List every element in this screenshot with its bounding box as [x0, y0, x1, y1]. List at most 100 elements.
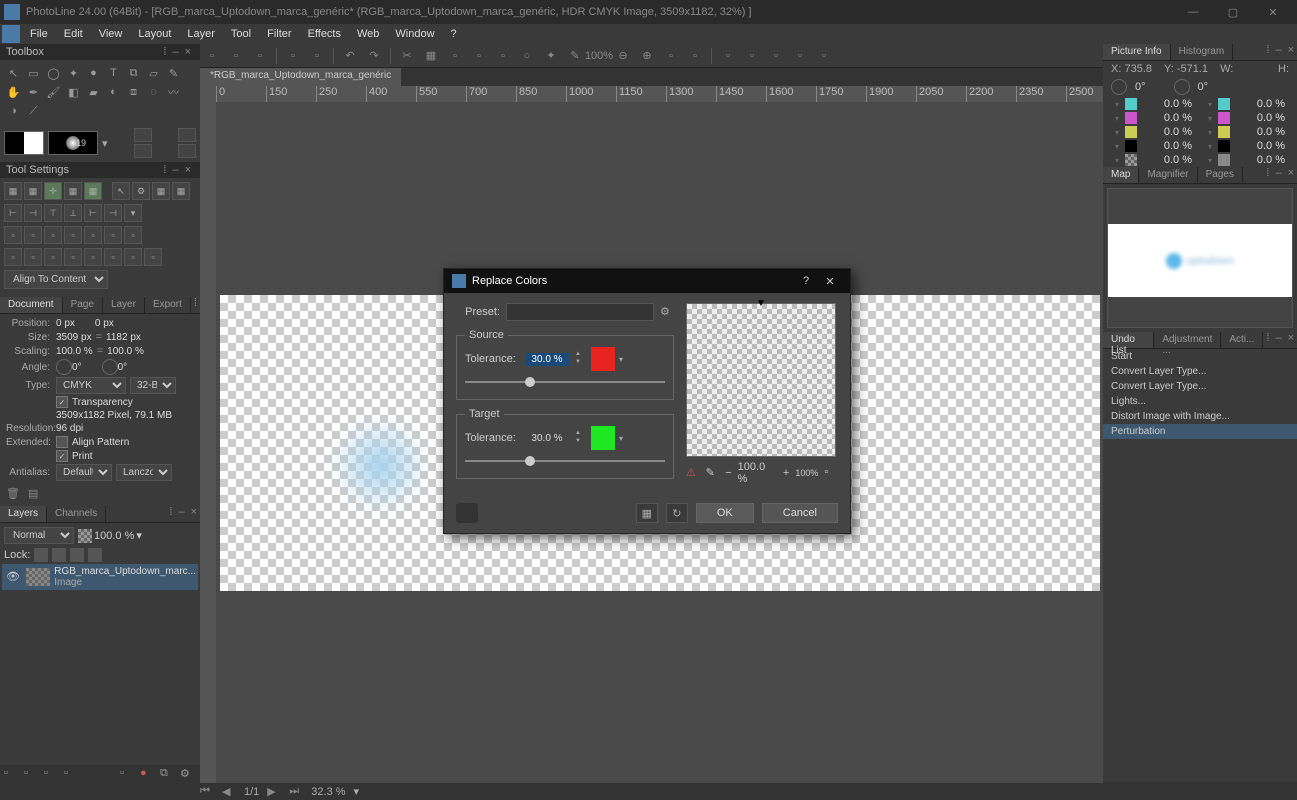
eyedropper-icon[interactable]: ✎	[706, 466, 720, 480]
move-tool-icon[interactable]: ↖	[4, 64, 23, 82]
position-y[interactable]: 0 px	[95, 318, 114, 329]
screenmode-icon[interactable]	[134, 144, 152, 158]
refresh-icon[interactable]: ↻	[666, 503, 688, 523]
preview-zoom-out-icon[interactable]: −	[725, 467, 731, 479]
toggle-icon[interactable]	[178, 144, 196, 158]
toggle-icon[interactable]	[178, 128, 196, 142]
align-v-btn[interactable]: ⊥	[64, 204, 82, 222]
tool-icon[interactable]: ▫	[789, 46, 811, 66]
tool-icon[interactable]: ▫	[468, 46, 490, 66]
panel-collapse-icon[interactable]: –	[1272, 332, 1284, 348]
shape-tool-icon[interactable]: ●	[84, 64, 103, 82]
hand-tool-icon[interactable]: ✋	[4, 83, 23, 101]
clone-tool-icon[interactable]: ⧈	[124, 83, 143, 101]
transparency-checkbox[interactable]: ✓	[56, 396, 68, 408]
smudge-tool-icon[interactable]: 〰	[164, 83, 183, 101]
panel-menu-icon[interactable]: ⁞	[1263, 167, 1272, 183]
size-h[interactable]: 1182 px	[106, 332, 141, 343]
lock-pixels-icon[interactable]	[52, 548, 66, 562]
tool-icon[interactable]: ▫	[492, 46, 514, 66]
angle-b[interactable]: 0°	[118, 362, 128, 373]
color-dropdown-icon[interactable]: ▾	[619, 434, 629, 443]
hand-grab-icon[interactable]	[456, 503, 478, 523]
visibility-icon[interactable]: 👁	[6, 570, 20, 584]
space-btn[interactable]: ▫	[44, 248, 62, 266]
panel-collapse-icon[interactable]: –	[169, 46, 181, 58]
source-color-swatch[interactable]	[591, 347, 615, 371]
tool-icon[interactable]: ▫	[684, 46, 706, 66]
dist-btn[interactable]: ▫	[64, 226, 82, 244]
eyedropper-tool-icon[interactable]: ✎	[164, 64, 183, 82]
grid-btn[interactable]: ▦	[152, 182, 170, 200]
minimize-button[interactable]: —	[1173, 0, 1213, 24]
color-dropdown-icon[interactable]: ▾	[619, 355, 629, 364]
undo-item[interactable]: Lights...	[1103, 394, 1297, 409]
dodge-tool-icon[interactable]: ◑	[4, 102, 23, 120]
size-w[interactable]: 3509 px	[56, 332, 92, 343]
angle-widget-icon[interactable]	[56, 359, 72, 375]
foreground-background-swatch[interactable]	[4, 131, 44, 155]
tab-layers[interactable]: Layers	[0, 506, 47, 522]
type-select[interactable]: CMYK	[56, 377, 126, 394]
undo-item[interactable]: Convert Layer Type...	[1103, 379, 1297, 394]
scaling-x[interactable]: 100.0 %	[56, 346, 93, 357]
dialog-title-bar[interactable]: Replace Colors ? ✕	[444, 269, 850, 293]
preset-gear-icon[interactable]: ⚙	[660, 305, 674, 319]
tab-document[interactable]: Document	[0, 297, 63, 313]
dist-btn[interactable]: ▫	[4, 226, 22, 244]
panel-menu-icon[interactable]: ⁞	[1263, 44, 1272, 60]
align-btn[interactable]: ▦	[84, 182, 102, 200]
layer-thumbnail[interactable]	[26, 568, 50, 586]
first-page-icon[interactable]: ⏮	[200, 785, 214, 798]
panel-menu-icon[interactable]: ⁞	[160, 164, 169, 176]
arrow-tool-icon[interactable]: ↖	[112, 182, 130, 200]
align-v-btn[interactable]: ⊢	[84, 204, 102, 222]
panel-collapse-icon[interactable]: –	[175, 506, 187, 522]
scaling-y[interactable]: 100.0 %	[107, 346, 144, 357]
space-btn[interactable]: ▫	[124, 248, 142, 266]
target-color-swatch[interactable]	[591, 426, 615, 450]
warning-icon[interactable]: ⚠	[686, 466, 700, 480]
space-btn[interactable]: ▫	[64, 248, 82, 266]
panel-menu-icon[interactable]: ⁞	[160, 46, 169, 58]
ok-button[interactable]: OK	[696, 503, 754, 523]
chevron-icon[interactable]: ▾	[1208, 100, 1212, 109]
chevron-icon[interactable]: ▾	[1115, 128, 1119, 137]
tab-actions[interactable]: Acti...	[1221, 332, 1263, 348]
tool-icon[interactable]: ▫	[813, 46, 835, 66]
print-icon[interactable]: ▫	[282, 46, 304, 66]
tool-icon[interactable]: ▫	[660, 46, 682, 66]
panel-menu-icon[interactable]: ⁞	[166, 506, 175, 522]
trash-icon[interactable]: 🗑	[6, 487, 20, 500]
gear-icon[interactable]: ⚙	[132, 182, 150, 200]
fx-icon[interactable]: ▫	[64, 767, 80, 781]
marquee-tool-icon[interactable]: ▭	[24, 64, 43, 82]
crop-tool-icon[interactable]: ⧉	[124, 64, 143, 82]
tab-map[interactable]: Map	[1103, 167, 1139, 183]
undo-item[interactable]: Perturbation	[1103, 424, 1297, 439]
mask-icon[interactable]: ▫	[44, 767, 60, 781]
cut-icon[interactable]: ✂	[396, 46, 418, 66]
angle-widget-icon[interactable]	[1111, 79, 1127, 95]
horizontal-ruler[interactable]: 0150250400550700850100011501300145016001…	[216, 86, 1103, 102]
align-to-dropdown[interactable]: Align To Content	[4, 270, 108, 289]
next-page-icon[interactable]: ▶	[267, 785, 281, 798]
space-btn[interactable]: ▫	[144, 248, 162, 266]
brush-icon[interactable]: ✎	[564, 46, 586, 66]
pen-tool-icon[interactable]: ✒	[24, 83, 43, 101]
align-btn-active[interactable]: ✛	[44, 182, 62, 200]
angle-a[interactable]: 0°	[72, 362, 82, 373]
undo-item[interactable]: Distort Image with Image...	[1103, 409, 1297, 424]
panel-menu-icon[interactable]: ⁞	[191, 297, 200, 313]
brush-preview[interactable]	[48, 131, 98, 155]
path-tool-icon[interactable]: ⟋	[24, 102, 43, 120]
spinner-up-icon[interactable]: ▲	[573, 430, 583, 438]
link-icon[interactable]: ⧉	[160, 767, 176, 781]
tab-histogram[interactable]: Histogram	[1171, 44, 1234, 60]
chevron-icon[interactable]: ▾	[1208, 142, 1212, 151]
lock-transparency-icon[interactable]	[34, 548, 48, 562]
tab-undo-list[interactable]: Undo List	[1103, 332, 1154, 348]
zoom-dropdown-icon[interactable]: ▾	[354, 785, 360, 798]
lasso-icon[interactable]: ○	[516, 46, 538, 66]
tab-magnifier[interactable]: Magnifier	[1139, 167, 1197, 183]
